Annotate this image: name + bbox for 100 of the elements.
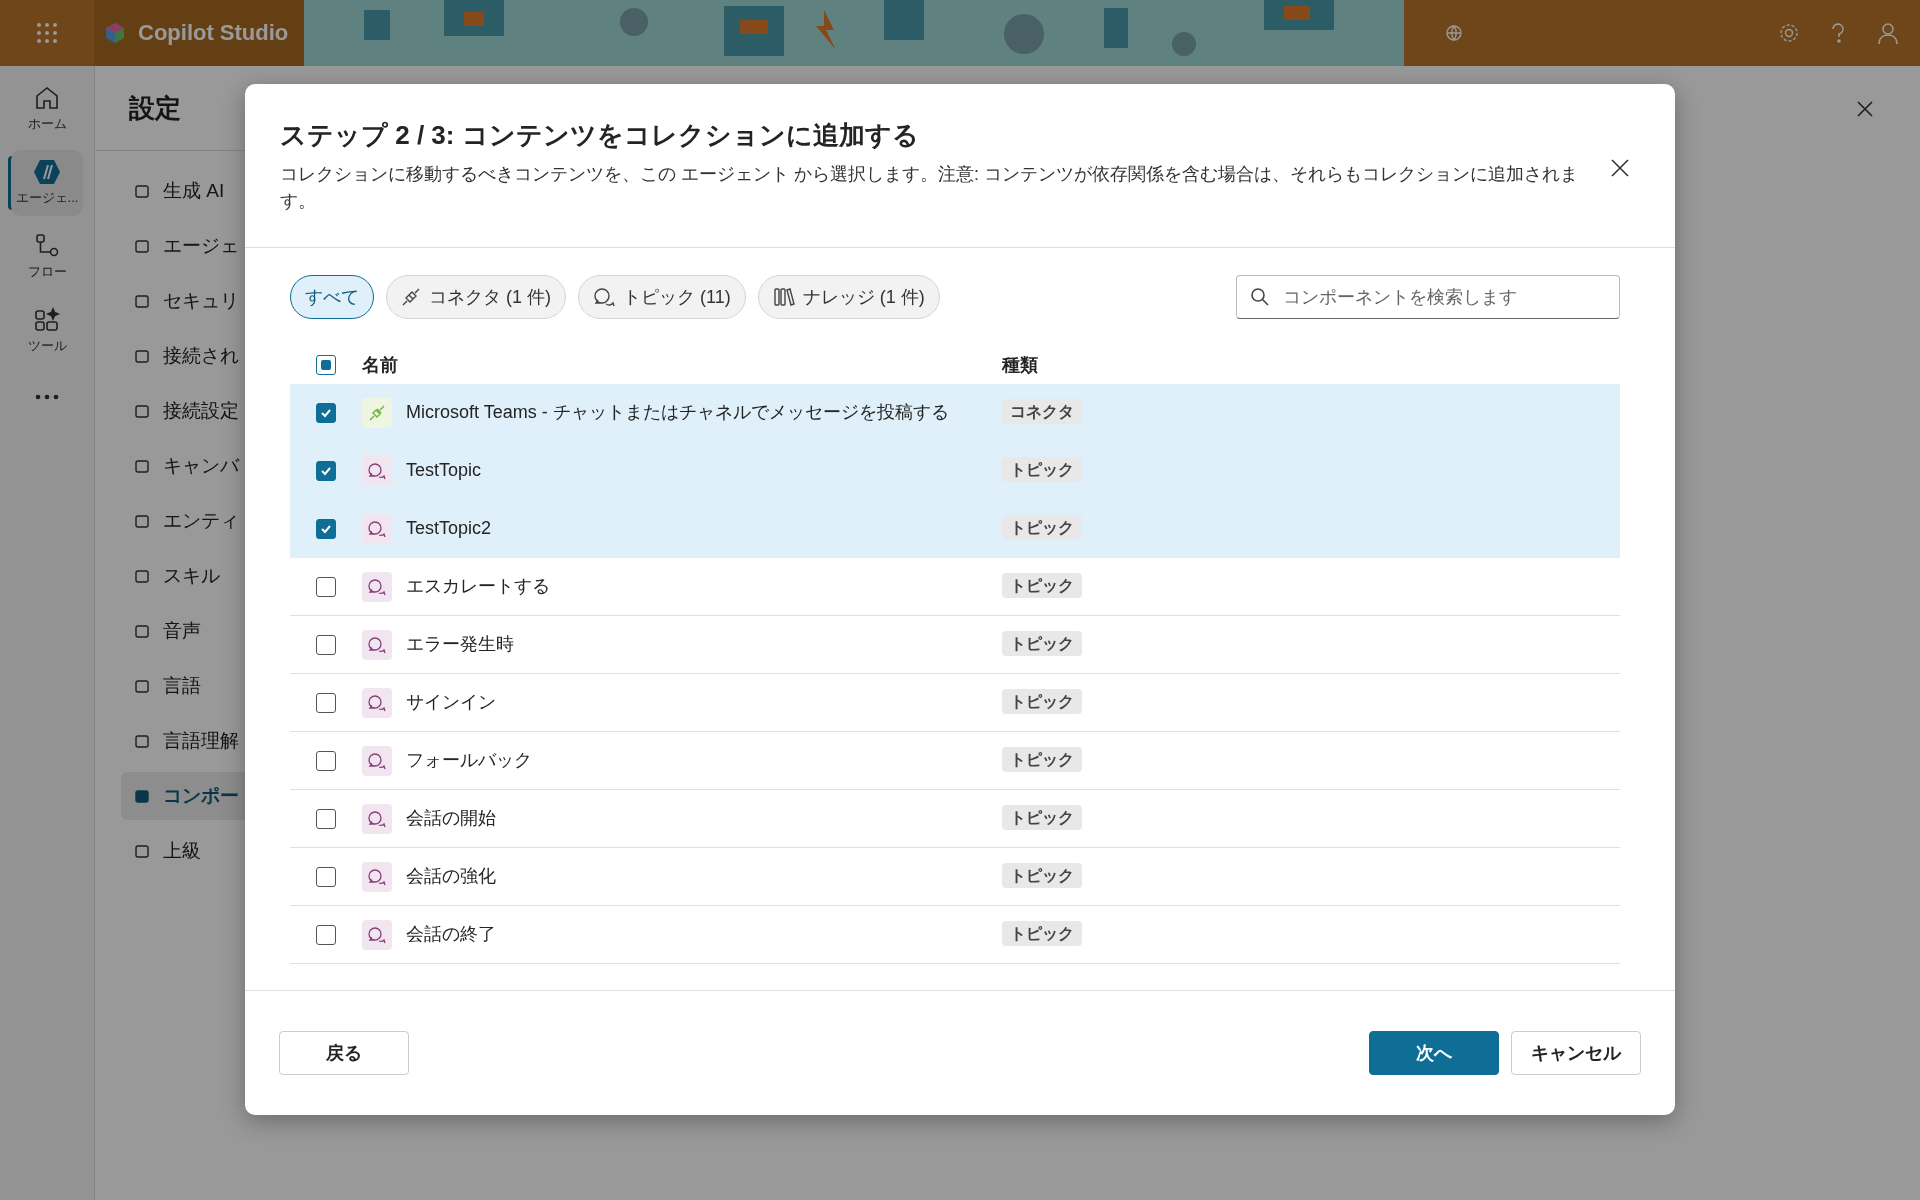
row-checkbox[interactable] — [316, 634, 336, 655]
row-checkbox[interactable] — [316, 518, 336, 539]
search-icon — [1250, 287, 1270, 307]
type-tag: コネクタ — [1002, 399, 1082, 424]
table-row[interactable]: TestTopic2 トピック — [290, 500, 1620, 558]
filter-chip[interactable]: すべて — [290, 275, 374, 319]
table-row[interactable]: 会話の開始 トピック — [290, 790, 1620, 848]
settings-item[interactable]: 接続され — [121, 332, 351, 380]
logo-icon — [104, 22, 126, 44]
table-row[interactable]: エラー発生時 トピック — [290, 616, 1620, 674]
menu-item-icon — [133, 457, 151, 475]
row-checkbox[interactable] — [316, 866, 336, 887]
dialog-description: コレクションに移動するべきコンテンツを、この エージェント から選択します。注意: コンテンツが依存関係を含む場合は、それらもコレクションに追加されます。 — [280, 163, 1579, 213]
globe-icon[interactable] — [1444, 23, 1465, 43]
type-tag: トピック — [1002, 921, 1082, 946]
select-all-checkbox[interactable] — [316, 355, 336, 375]
type-tag: トピック — [1002, 457, 1082, 482]
menu-item-icon — [133, 622, 151, 640]
rail-item[interactable]: ホーム — [11, 76, 83, 142]
more-icon[interactable] — [35, 394, 59, 400]
type-tag: トピック — [1002, 805, 1082, 830]
chat-icon — [362, 629, 392, 660]
type-tag: トピック — [1002, 573, 1082, 598]
component-name: エラー発生時 — [406, 633, 514, 656]
component-name: Microsoft Teams - チャットまたはチャネルでメッセージを投稿する — [406, 401, 949, 424]
chat-icon — [362, 571, 392, 602]
chat-icon — [362, 861, 392, 892]
type-tag: トピック — [1002, 747, 1082, 772]
chat-icon — [593, 287, 615, 307]
column-header[interactable]: 種類 — [1002, 353, 1038, 377]
tools-icon — [34, 307, 60, 333]
menu-item-icon — [133, 182, 151, 200]
cancel-button[interactable]: キャンセル — [1511, 1031, 1641, 1075]
component-name: フォールバック — [406, 749, 532, 772]
component-name: 会話の強化 — [406, 865, 496, 888]
chat-icon — [362, 919, 392, 950]
menu-item-icon — [133, 402, 151, 420]
type-tag: トピック — [1002, 689, 1082, 714]
table-row[interactable]: Microsoft Teams - チャットまたはチャネルでメッセージを投稿する コネクタ — [290, 384, 1620, 442]
component-name: TestTopic2 — [406, 517, 492, 540]
table-row[interactable]: TestTopic トピック — [290, 442, 1620, 500]
page-title: 設定 — [129, 91, 181, 125]
menu-item-icon — [133, 732, 151, 750]
chat-icon — [362, 455, 392, 486]
menu-item-icon — [133, 787, 151, 805]
search-field[interactable]: コンポーネントを検索します — [1236, 275, 1620, 319]
row-checkbox[interactable] — [316, 692, 336, 713]
row-checkbox[interactable] — [316, 924, 336, 945]
component-name: 会話の開始 — [406, 807, 496, 830]
menu-item-icon — [133, 237, 151, 255]
chat-icon — [362, 513, 392, 544]
user-icon[interactable] — [1876, 21, 1900, 45]
type-tag: トピック — [1002, 631, 1082, 656]
column-header[interactable]: 名前 — [362, 353, 1002, 377]
agent-logo-icon — [33, 159, 61, 185]
books-icon — [772, 287, 795, 307]
table-row[interactable]: サインイン トピック — [290, 674, 1620, 732]
menu-item-icon — [133, 347, 151, 365]
rail-item[interactable]: エージェ... — [11, 150, 83, 216]
chat-icon — [362, 745, 392, 776]
menu-item-icon — [133, 567, 151, 585]
close-icon[interactable] — [1610, 158, 1630, 178]
app-title: Copilot Studio — [138, 20, 289, 46]
settings-icon[interactable] — [1778, 22, 1800, 44]
close-icon[interactable] — [1856, 100, 1874, 118]
flow-icon — [34, 233, 60, 259]
app-launcher-icon[interactable] — [36, 22, 58, 44]
chat-icon — [362, 687, 392, 718]
chat-icon — [362, 803, 392, 834]
table-row[interactable]: エスカレートする トピック — [290, 558, 1620, 616]
next-button[interactable]: 次へ — [1369, 1031, 1499, 1075]
row-checkbox[interactable] — [316, 460, 336, 481]
rail-item[interactable]: ツール — [11, 298, 83, 364]
menu-item-icon — [133, 842, 151, 860]
type-tag: トピック — [1002, 863, 1082, 888]
menu-item-icon — [133, 512, 151, 530]
filter-chip[interactable]: トピック (11) — [578, 275, 746, 319]
component-name: 会話の終了 — [406, 923, 496, 946]
filter-chip[interactable]: ナレッジ (1 件) — [757, 275, 940, 319]
row-checkbox[interactable] — [316, 576, 336, 597]
menu-item-icon — [133, 292, 151, 310]
home-icon — [34, 85, 60, 111]
row-checkbox[interactable] — [316, 402, 336, 423]
menu-item-icon — [133, 677, 151, 695]
component-name: サインイン — [406, 691, 496, 714]
plug-icon — [401, 287, 421, 307]
type-tag: トピック — [1002, 515, 1082, 540]
table-row[interactable]: 会話の強化 トピック — [290, 848, 1620, 906]
dialog-title: ステップ 2 / 3: コンテンツをコレクションに追加する — [280, 119, 920, 152]
row-checkbox[interactable] — [316, 750, 336, 771]
filter-chip[interactable]: コネクタ (1 件) — [386, 275, 566, 319]
plug-icon — [362, 397, 392, 428]
row-checkbox[interactable] — [316, 808, 336, 829]
table-row[interactable]: フォールバック トピック — [290, 732, 1620, 790]
back-button[interactable]: 戻る — [279, 1031, 409, 1075]
rail-item[interactable]: フロー — [11, 224, 83, 290]
help-icon[interactable] — [1830, 22, 1846, 44]
component-name: TestTopic — [406, 459, 482, 482]
settings-item[interactable]: エージェ — [121, 222, 351, 270]
table-row[interactable]: 会話の終了 トピック — [290, 906, 1620, 964]
